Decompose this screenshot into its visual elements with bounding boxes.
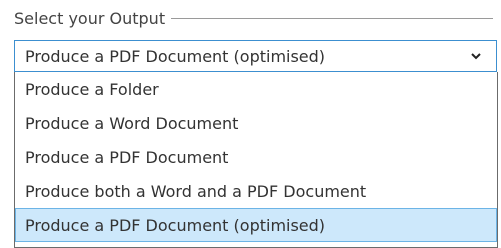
- output-select-value: Produce a PDF Document (optimised): [25, 46, 326, 66]
- option-produce-word-and-pdf[interactable]: Produce both a Word and a PDF Document: [15, 174, 497, 208]
- output-legend: Select your Output: [14, 6, 493, 30]
- option-produce-pdf-optimised[interactable]: Produce a PDF Document (optimised): [15, 208, 497, 242]
- option-produce-pdf[interactable]: Produce a PDF Document: [15, 140, 497, 174]
- option-label: Produce a Folder: [25, 79, 159, 99]
- option-label: Produce a PDF Document: [25, 147, 229, 167]
- legend-divider: [171, 17, 493, 19]
- output-select[interactable]: Produce a PDF Document (optimised): [14, 40, 497, 72]
- chevron-down-icon[interactable]: [466, 46, 486, 66]
- output-legend-label: Select your Output: [14, 8, 172, 28]
- option-produce-folder[interactable]: Produce a Folder: [15, 72, 497, 106]
- output-options-list: Produce a Folder Produce a Word Document…: [14, 72, 498, 248]
- option-produce-word[interactable]: Produce a Word Document: [15, 106, 497, 140]
- output-fieldset: Select your Output Produce a PDF Documen…: [0, 0, 501, 248]
- option-label: Produce both a Word and a PDF Document: [25, 181, 367, 201]
- option-label: Produce a Word Document: [25, 113, 239, 133]
- option-label: Produce a PDF Document (optimised): [25, 215, 326, 235]
